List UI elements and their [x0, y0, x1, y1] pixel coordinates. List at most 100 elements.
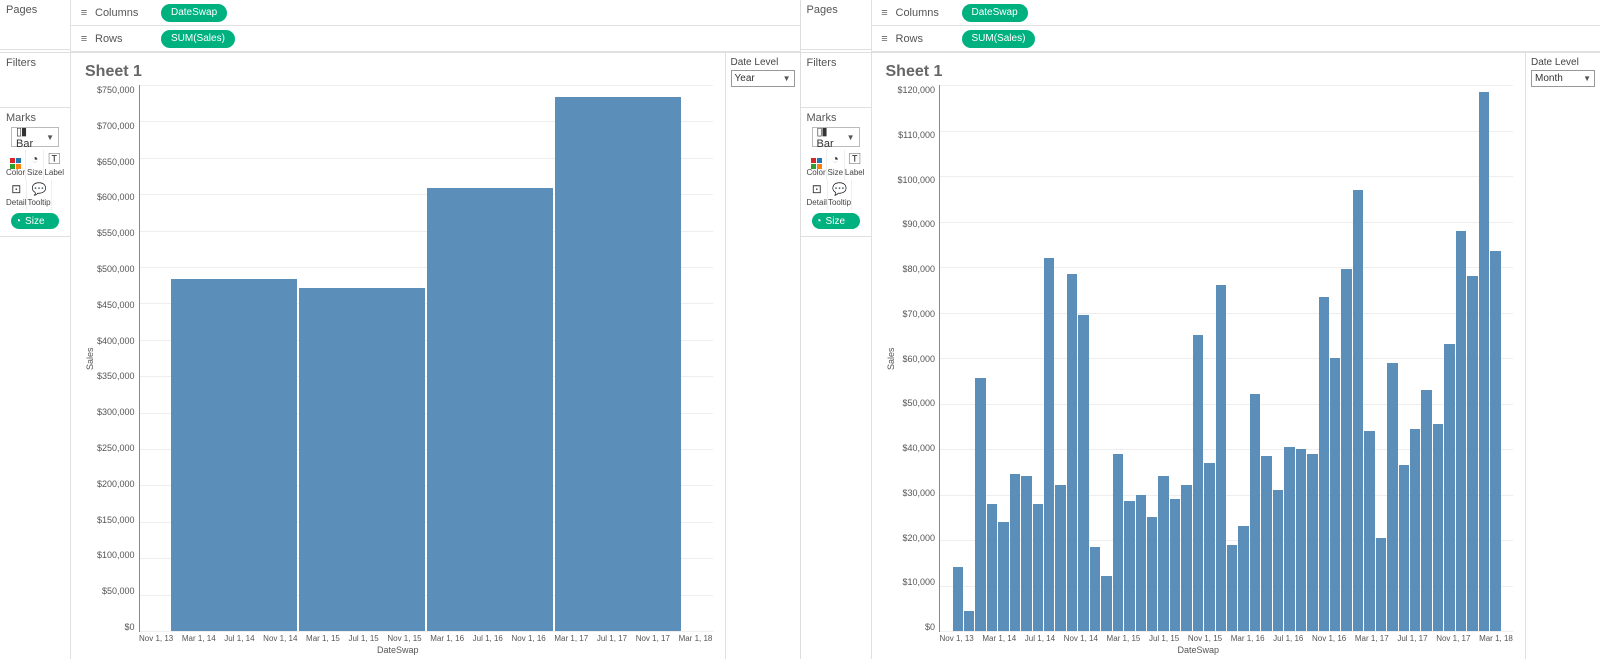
bar[interactable]: [998, 522, 1008, 631]
bar[interactable]: [1147, 517, 1157, 631]
viz-area-right: Sheet 1 Sales $120,000$110,000$100,000$9…: [872, 53, 1527, 659]
bar[interactable]: [1296, 449, 1306, 631]
bar[interactable]: [1284, 447, 1294, 631]
plot-area[interactable]: [939, 85, 1513, 632]
bar[interactable]: [1216, 285, 1226, 631]
bar[interactable]: [1330, 358, 1340, 631]
columns-icon: ≡: [77, 7, 91, 19]
bar[interactable]: [1364, 431, 1374, 631]
filters-label: Filters: [6, 57, 36, 69]
bar[interactable]: [1227, 545, 1237, 631]
y-tick: $10,000: [903, 577, 936, 587]
marks-size-pill[interactable]: ◔ Size: [11, 213, 59, 229]
bar[interactable]: [555, 97, 681, 631]
shelves-area: Pages ≡ Columns DateSwap ≡ Rows SUM(Sale…: [0, 0, 800, 53]
y-tick: $60,000: [903, 354, 936, 364]
detail-icon: ⊡: [807, 182, 827, 196]
bar[interactable]: [1101, 576, 1111, 631]
rows-shelf[interactable]: ≡ Rows SUM(Sales): [872, 26, 1600, 52]
bar[interactable]: [1399, 465, 1409, 631]
pages-shelf[interactable]: Pages: [0, 0, 70, 50]
bar[interactable]: [1410, 429, 1420, 631]
parameter-title: Date Level: [731, 57, 795, 68]
bar[interactable]: [1158, 476, 1168, 631]
bar[interactable]: [1204, 463, 1214, 631]
bar[interactable]: [1319, 297, 1329, 631]
marks-label-button[interactable]: 🅃 Label: [845, 150, 865, 180]
bar[interactable]: [1193, 335, 1203, 631]
bar[interactable]: [171, 279, 297, 631]
bar[interactable]: [1421, 390, 1431, 631]
bar[interactable]: [953, 567, 963, 631]
bar[interactable]: [1490, 251, 1500, 631]
size-icon: ◔: [26, 152, 43, 166]
bar[interactable]: [1479, 92, 1489, 631]
marks-type-select[interactable]: ▯▮ Bar ▼: [812, 127, 860, 147]
pages-shelf[interactable]: Pages: [801, 0, 871, 50]
bar[interactable]: [1467, 276, 1477, 631]
bar[interactable]: [1181, 485, 1191, 631]
tooltip-icon: 💬: [828, 182, 851, 196]
marks-size-button[interactable]: ◔ Size: [827, 150, 845, 180]
bar[interactable]: [1055, 485, 1065, 631]
bar[interactable]: [1353, 190, 1363, 631]
y-tick: $350,000: [97, 371, 135, 381]
marks-type-select[interactable]: ▯▮ Bar ▼: [11, 127, 59, 147]
rows-shelf[interactable]: ≡ Rows SUM(Sales): [71, 26, 800, 52]
parameter-select-left[interactable]: Year ▼: [731, 70, 795, 87]
marks-color-button[interactable]: Color: [807, 150, 827, 180]
bar[interactable]: [1136, 495, 1146, 632]
bar[interactable]: [1021, 476, 1031, 631]
columns-shelf[interactable]: ≡ Columns DateSwap: [872, 0, 1600, 26]
bar[interactable]: [1238, 526, 1248, 631]
color-icon: [6, 152, 25, 166]
rows-pill-sumsales[interactable]: SUM(Sales): [962, 30, 1036, 48]
bar[interactable]: [1124, 501, 1134, 631]
bar[interactable]: [1078, 315, 1088, 631]
marks-size-button[interactable]: ◔ Size: [26, 150, 44, 180]
plot-area[interactable]: [139, 85, 713, 632]
bar[interactable]: [1376, 538, 1386, 631]
bar[interactable]: [1067, 274, 1077, 631]
y-axis-title: Sales: [884, 85, 898, 632]
marks-size-pill[interactable]: ◔ Size: [812, 213, 860, 229]
bar[interactable]: [1033, 504, 1043, 631]
columns-shelf[interactable]: ≡ Columns DateSwap: [71, 0, 800, 26]
x-tick: Nov 1, 17: [636, 634, 670, 643]
bar[interactable]: [964, 611, 974, 631]
bar[interactable]: [1307, 454, 1317, 631]
columns-pill-dateswap[interactable]: DateSwap: [161, 4, 227, 22]
marks-tooltip-button[interactable]: 💬 Tooltip: [27, 180, 51, 210]
bar[interactable]: [975, 378, 985, 631]
bar[interactable]: [1010, 474, 1020, 631]
bar[interactable]: [1170, 499, 1180, 631]
bar[interactable]: [1261, 456, 1271, 631]
bar[interactable]: [1341, 269, 1351, 631]
bar[interactable]: [1113, 454, 1123, 631]
marks-detail-button[interactable]: ⊡ Detail: [807, 180, 828, 210]
bar[interactable]: [1090, 547, 1100, 631]
filters-shelf[interactable]: Filters: [801, 53, 871, 108]
filters-shelf[interactable]: Filters: [0, 53, 70, 108]
bar[interactable]: [1273, 490, 1283, 631]
marks-tooltip-button[interactable]: 💬 Tooltip: [828, 180, 852, 210]
bar[interactable]: [1456, 231, 1466, 631]
bar[interactable]: [1433, 424, 1443, 631]
bar[interactable]: [1250, 394, 1260, 631]
columns-pill-dateswap[interactable]: DateSwap: [962, 4, 1028, 22]
parameter-select-right[interactable]: Month ▼: [1531, 70, 1595, 87]
bar[interactable]: [1044, 258, 1054, 631]
x-tick: Jul 1, 14: [1025, 634, 1055, 643]
y-tick: $600,000: [97, 192, 135, 202]
bar[interactable]: [987, 504, 997, 631]
marks-detail-button[interactable]: ⊡ Detail: [6, 180, 27, 210]
rows-pill-sumsales[interactable]: SUM(Sales): [161, 30, 235, 48]
bar[interactable]: [1387, 363, 1397, 631]
marks-label-button[interactable]: 🅃 Label: [44, 150, 64, 180]
y-tick: $80,000: [903, 264, 936, 274]
bar[interactable]: [299, 288, 425, 631]
bar[interactable]: [427, 188, 553, 631]
marks-color-button[interactable]: Color: [6, 150, 26, 180]
bar[interactable]: [1444, 344, 1454, 631]
x-tick: Mar 1, 17: [554, 634, 588, 643]
